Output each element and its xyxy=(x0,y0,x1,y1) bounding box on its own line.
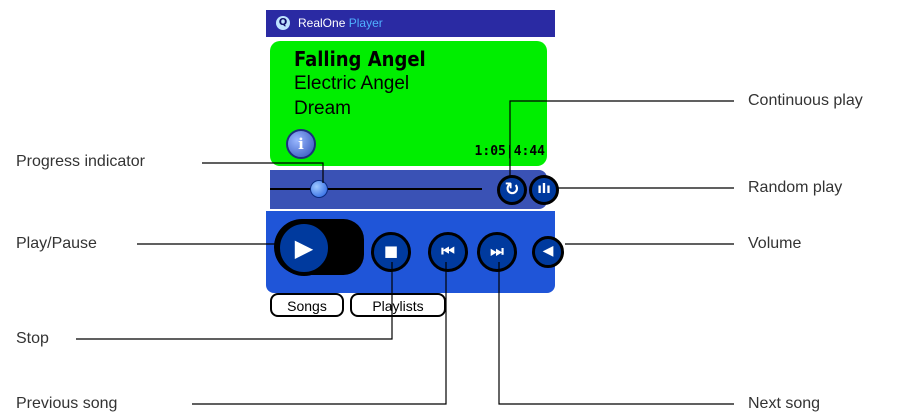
callout-lines xyxy=(76,100,734,405)
callout-play-pause: Play/Pause xyxy=(16,235,97,252)
next-song-leader xyxy=(498,262,734,405)
callout-continuous-play: Continuous play xyxy=(748,92,863,109)
stop-leader xyxy=(76,262,393,340)
progress-indicator-leader xyxy=(202,162,324,183)
callout-stop: Stop xyxy=(16,330,49,347)
callout-next-song: Next song xyxy=(748,395,821,412)
callout-progress-indicator: Progress indicator xyxy=(16,153,145,170)
previous-song-leader xyxy=(192,262,447,405)
callout-previous-song: Previous song xyxy=(16,395,118,412)
callout-random-play: Random play xyxy=(748,179,843,196)
callout-volume: Volume xyxy=(748,235,802,252)
continuous-play-leader xyxy=(509,100,734,177)
